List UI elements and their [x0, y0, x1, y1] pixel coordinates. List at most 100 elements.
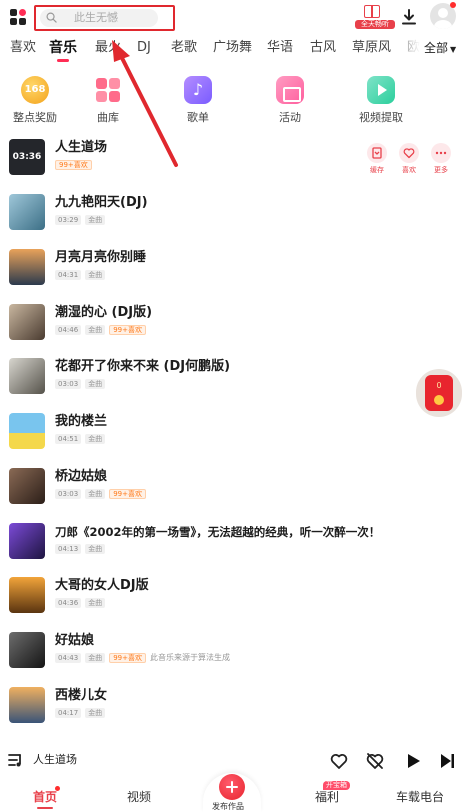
quality-tag: 金曲 [85, 434, 106, 444]
duration-tag: 04:31 [55, 270, 82, 280]
tab-dj[interactable]: DJ [137, 38, 151, 58]
more-button[interactable]: 更多 [426, 143, 456, 175]
like-label: 喜欢 [402, 166, 416, 174]
song-row[interactable]: 月亮月亮你别睡 04:31 金曲 [0, 247, 466, 301]
likes-badge: 99+喜欢 [55, 160, 92, 170]
duration-tag: 03:03 [55, 489, 82, 499]
entry-event[interactable]: 活动 [255, 76, 325, 125]
nav-video[interactable]: 视频 [127, 789, 151, 805]
all-categories-button[interactable]: 全部 ▼ [424, 38, 456, 60]
tab-like[interactable]: 喜欢 [10, 38, 36, 58]
song-cover [9, 632, 45, 668]
heart-icon[interactable] [328, 750, 350, 772]
song-meta: 04:43 金曲 99+喜欢 此音乐来源于算法生成 [55, 653, 230, 665]
search-icon [46, 12, 57, 23]
red-packet-count: 0 [436, 381, 442, 390]
song-cover [9, 523, 45, 559]
song-row[interactable]: 西楼儿女 04:17 金曲 [0, 685, 466, 739]
nav-home[interactable]: 首页 [33, 789, 57, 805]
song-title: 西楼儿女 [55, 688, 108, 703]
entry-library[interactable]: 曲库 [73, 76, 143, 125]
entry-label: 活动 [279, 111, 301, 124]
song-meta: 04:36 金曲 [55, 598, 109, 610]
duration-tag: 04:51 [55, 434, 82, 444]
song-cover [9, 577, 45, 613]
tab-ancient-style[interactable]: 古风 [310, 38, 336, 58]
nav-car-radio[interactable]: 车载电台 [396, 789, 444, 805]
floating-red-packet[interactable]: 0 [416, 369, 462, 417]
song-row[interactable]: 花都开了你来不来 (DJ何鹏版) 03:03 金曲 [0, 356, 466, 410]
song-meta: 04:46 金曲 99+喜欢 [55, 325, 150, 337]
likes-badge: 99+喜欢 [109, 325, 146, 335]
song-title: 桥边姑娘 [55, 469, 108, 484]
duration-tag: 04:13 [55, 544, 82, 554]
tab-chinese[interactable]: 华语 [267, 38, 293, 58]
apps-grid-icon[interactable] [10, 9, 26, 25]
entry-hourly-reward[interactable]: 168 整点奖励 [0, 76, 70, 125]
cache-download-icon [367, 143, 387, 163]
song-row[interactable]: 潮湿的心 (DJ版) 04:46 金曲 99+喜欢 [0, 302, 466, 356]
quality-tag: 金曲 [85, 489, 106, 499]
song-meta: 04:17 金曲 [55, 708, 109, 720]
song-title: 九九艳阳天(DJ) [55, 195, 148, 210]
tab-music[interactable]: 音乐 [49, 38, 77, 58]
download-icon[interactable] [397, 5, 421, 29]
duration-tag: 04:43 [55, 653, 82, 663]
song-row[interactable]: 大哥的女人DJ版 04:36 金曲 [0, 575, 466, 629]
quality-tag: 金曲 [85, 379, 106, 389]
entry-video-extract[interactable]: 视频提取 [346, 76, 416, 125]
quality-tag: 金曲 [85, 708, 106, 718]
cache-label: 缓存 [370, 166, 384, 174]
song-row[interactable]: 我的楼兰 04:51 金曲 [0, 411, 466, 465]
publish-button[interactable] [219, 774, 245, 800]
entry-playlist[interactable]: 歌单 [163, 76, 233, 125]
tab-grassland[interactable]: 草原风 [352, 38, 391, 58]
song-row[interactable]: 桥边姑娘 03:03 金曲 99+喜欢 [0, 466, 466, 520]
entry-label: 曲库 [97, 111, 119, 124]
quality-tag: 金曲 [85, 544, 106, 554]
song-cover [9, 413, 45, 449]
promo-listen-all-day[interactable]: 全天畅听 [355, 5, 395, 31]
tabs-fade [390, 38, 420, 62]
duration-tag: 03:29 [55, 215, 82, 225]
gift-icon [364, 5, 380, 18]
more-icon [431, 143, 451, 163]
nav-welfare[interactable]: 福利 [315, 789, 339, 805]
song-row[interactable]: 九九艳阳天(DJ) 03:29 金曲 [0, 192, 466, 246]
active-tab-indicator [57, 59, 69, 62]
song-title: 我的楼兰 [55, 414, 108, 429]
heart-icon [399, 143, 419, 163]
search-annotation-box: 此生无憾 [34, 5, 175, 31]
song-cover [9, 194, 45, 230]
song-cover [9, 687, 45, 723]
home-notification-dot [55, 786, 60, 791]
play-icon[interactable] [402, 750, 424, 772]
video-extract-icon [367, 76, 395, 104]
tab-square-dance[interactable]: 广场舞 [213, 38, 252, 58]
duration-tag: 03:03 [55, 379, 82, 389]
next-track-icon[interactable] [436, 750, 458, 772]
quality-tag: 金曲 [85, 598, 106, 608]
playlist-queue-icon[interactable] [8, 752, 24, 768]
tab-oldies[interactable]: 老歌 [171, 38, 197, 58]
cache-button[interactable]: 缓存 [362, 143, 392, 175]
song-cover [9, 468, 45, 504]
song-meta: 03:29 金曲 [55, 215, 109, 227]
all-label: 全部 [424, 41, 449, 55]
entry-label: 歌单 [187, 111, 209, 124]
caret-down-icon: ▼ [450, 45, 457, 54]
song-meta: 04:31 金曲 [55, 270, 109, 282]
song-row[interactable]: 刀郎《2002年的第一场雪》，无法超越的经典，听一次醉一次！ 04:13 金曲 [0, 521, 466, 575]
quality-tag: 金曲 [85, 270, 106, 280]
dislike-heart-icon[interactable] [364, 750, 386, 772]
coin-icon [434, 395, 444, 405]
song-row[interactable]: 好姑娘 04:43 金曲 99+喜欢 此音乐来源于算法生成 [0, 630, 466, 684]
like-button[interactable]: 喜欢 [394, 143, 424, 175]
nav-active-indicator [37, 807, 53, 809]
tab-hottest[interactable]: 最火 [95, 38, 121, 58]
song-cover [9, 358, 45, 394]
search-input[interactable]: 此生无憾 [40, 9, 158, 27]
now-playing-title[interactable]: 人生道场 [33, 753, 77, 767]
event-gift-icon [276, 76, 304, 104]
song-row[interactable]: 03:36 人生道场 99+喜欢 缓存 喜欢 更多 [0, 137, 466, 191]
